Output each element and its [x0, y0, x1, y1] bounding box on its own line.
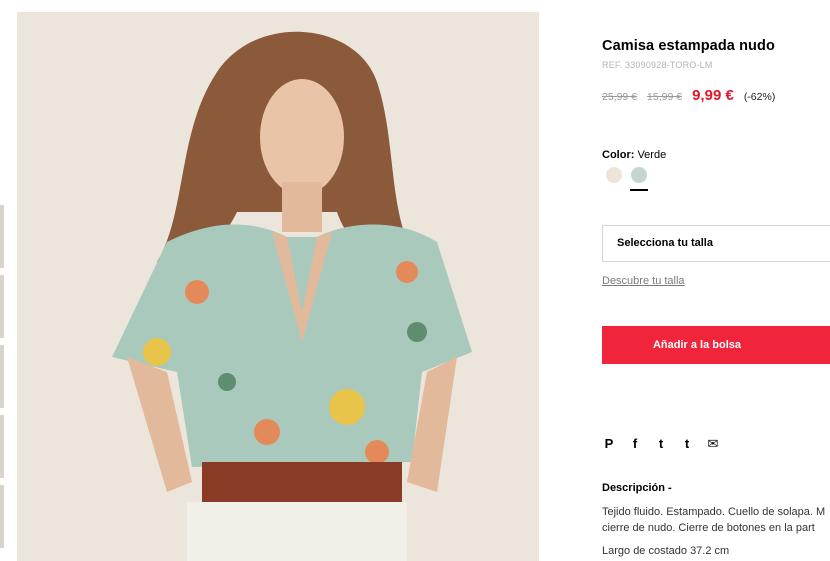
- description-length: Largo de costado 37.2 cm: [602, 545, 730, 557]
- product-title: Camisa estampada nudo: [602, 38, 775, 54]
- color-label-row: Color: Verde: [602, 149, 666, 161]
- email-icon[interactable]: ✉: [706, 436, 720, 452]
- thumbnail[interactable]: [0, 275, 4, 338]
- description-text: Tejido fluido. Estampado. Cuello de sola…: [602, 505, 830, 536]
- product-info-panel: Camisa estampada nudo REF. 33090928-TORO…: [602, 0, 830, 561]
- color-selected: Verde: [637, 149, 667, 161]
- price-original: 25,99 €: [602, 91, 638, 103]
- thumbnail[interactable]: [0, 485, 4, 548]
- price-current: 9,99 €: [692, 87, 734, 104]
- description-title[interactable]: Descripción -: [602, 482, 672, 494]
- pinterest-icon[interactable]: P: [602, 436, 616, 452]
- facebook-icon[interactable]: f: [628, 436, 642, 452]
- product-ref: REF. 33090928-TORO-LM: [602, 60, 713, 70]
- color-swatch-verde[interactable]: [631, 167, 647, 183]
- discount-badge: (-62%): [743, 91, 776, 103]
- description-line: Tejido fluido. Estampado. Cuello de sola…: [602, 506, 826, 518]
- product-image[interactable]: [17, 12, 539, 561]
- size-guide-link[interactable]: Descubre tu talla: [602, 275, 685, 287]
- thumbnail[interactable]: [0, 345, 4, 408]
- thumbnail[interactable]: [0, 415, 4, 478]
- color-swatch-crudo[interactable]: [606, 167, 622, 183]
- price-previous: 15,99 €: [647, 91, 683, 103]
- price-row: 25,99 € 15,99 € 9,99 € (-62%): [602, 87, 775, 104]
- twitter-icon[interactable]: t: [654, 436, 668, 452]
- thumbnail[interactable]: [0, 205, 4, 268]
- description-line: cierre de nudo. Cierre de botones en la …: [602, 521, 815, 534]
- color-label: Color:: [602, 149, 635, 161]
- share-icons: P f t t ✉: [602, 436, 720, 452]
- selected-swatch-indicator: [630, 189, 648, 191]
- size-select[interactable]: Selecciona tu talla: [602, 225, 830, 262]
- tumblr-icon[interactable]: t: [680, 436, 694, 452]
- add-to-bag-button[interactable]: Añadir a la bolsa: [602, 326, 830, 364]
